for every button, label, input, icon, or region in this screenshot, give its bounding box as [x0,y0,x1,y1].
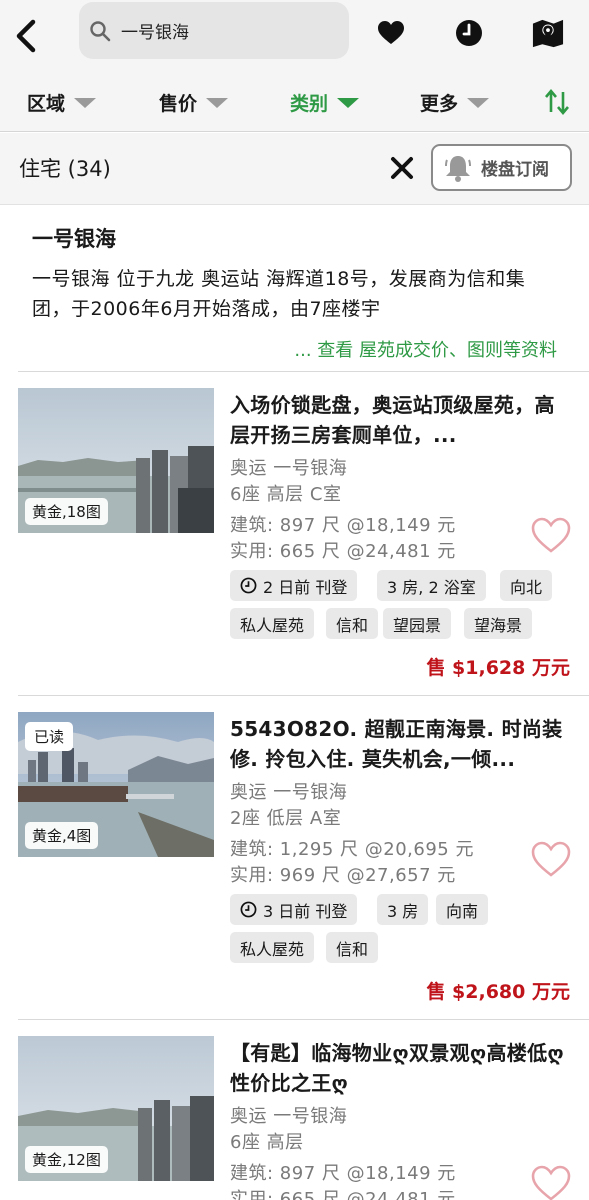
listing-district: 奥运 一号银海 [230,782,348,803]
back-button[interactable] [8,14,44,58]
photo-count-badge: 黄金,12图 [25,1146,108,1173]
subscribe-button[interactable]: 楼盘订阅 [431,144,572,191]
heart-outline-icon[interactable] [530,840,572,878]
listing-card[interactable]: 黄金,18图 入场价锁匙盘，奥运站顶级屋苑，高层开扬三房套厕单位，... 奥运 … [0,372,589,697]
posted-time-chip: 2 日前 刊登 [230,570,358,601]
listing-net-area: 实用: 665 尺 @24,481 元 [230,1189,456,1200]
posted-time-chip: 3 日前 刊登 [230,894,358,925]
listing-unit: 2座 低层 A室 [230,808,342,829]
listing-gross-area: 建筑: 1,295 尺 @20,695 元 [230,839,474,860]
map-pin-icon [532,19,564,48]
tag-chip: 信和 [326,608,379,639]
caret-down-icon [74,98,97,108]
estate-info: 一号银海 一号银海 位于九龙 奥运站 海辉道18号，发展商为信和集团，于2006… [0,206,589,370]
tag-chip: 向南 [436,894,489,925]
back-chevron-icon [16,19,36,53]
clock-icon [240,901,257,918]
filter-district[interactable]: 区域 [27,88,97,116]
posted-time: 2 日前 刊登 [263,577,348,597]
caret-down-icon [467,98,490,108]
filter-category[interactable]: 类别 [290,88,360,116]
listing-title[interactable]: 入场价锁匙盘，奥运站顶级屋苑，高层开扬三房套厕单位，... [230,390,570,450]
listing-gross-area: 建筑: 897 尺 @18,149 元 [230,1163,456,1184]
listing-card[interactable]: 黄金,12图 【有匙】临海物业ღ双景观ღ高楼低ღ性价比之王ღ 奥运 一号银海 6… [0,1020,589,1200]
heart-outline-icon[interactable] [530,516,572,554]
search-icon [89,19,113,43]
search-query: 一号银海 [121,23,189,43]
caret-down-icon [337,98,360,108]
tag-chip: 私人屋苑 [230,932,315,963]
tag-chip: 向北 [500,570,553,601]
listing-gross-area: 建筑: 897 尺 @18,149 元 [230,515,456,536]
filter-price-label: 售价 [159,92,198,115]
tag-chip: 望园景 [383,608,452,639]
listing-title[interactable]: 【有匙】临海物业ღ双景观ღ高楼低ღ性价比之王ღ [230,1038,570,1098]
estate-description: 一号银海 位于九龙 奥运站 海辉道18号，发展商为信和集团，于2006年6月开始… [32,268,526,320]
listing-price: 售 $2,680 万元 [426,981,570,1003]
listing-district: 奥运 一号银海 [230,458,348,479]
filter-price[interactable]: 售价 [159,88,229,116]
heart-icon [378,21,404,44]
filter-bar: 区域 售价 类别 更多 [0,72,589,132]
filter-category-label: 类别 [290,92,329,115]
estate-more-link[interactable]: ... 查看 屋苑成交价、图则等资料 [294,336,557,362]
bell-icon [445,155,471,182]
tag-chip: 信和 [326,932,379,963]
listing-net-area: 实用: 969 尺 @27,657 元 [230,865,456,886]
search-box[interactable]: 一号银海 [79,2,349,59]
read-badge: 已读 [25,722,74,751]
posted-time: 3 日前 刊登 [263,901,348,921]
listing-unit: 6座 高层 [230,1132,304,1153]
map-button[interactable] [532,16,564,50]
tag-chip: 3 房, 2 浴室 [377,570,486,601]
listing-net-area: 实用: 665 尺 @24,481 元 [230,541,456,562]
heart-outline-icon[interactable] [530,1164,572,1200]
listing-card[interactable]: 已读 黄金,4图 5543O82O. 超靓正南海景. 时尚装修. 拎包入住. 莫… [0,696,589,1021]
filter-more[interactable]: 更多 [420,88,490,116]
filter-more-label: 更多 [420,92,459,115]
listing-title[interactable]: 5543O82O. 超靓正南海景. 时尚装修. 拎包入住. 莫失机会,一倾... [230,714,570,774]
photo-count-badge: 黄金,4图 [25,822,99,849]
listing-district: 奥运 一号银海 [230,1106,348,1127]
favorites-button[interactable] [375,16,407,50]
listing-price: 售 $1,628 万元 [426,657,570,679]
top-bar: 一号银海 [0,0,589,72]
tag-chip: 望海景 [464,608,533,639]
photo-count-badge: 黄金,18图 [25,498,108,525]
sort-icon[interactable] [543,88,571,116]
tag-chip: 私人屋苑 [230,608,315,639]
clock-icon [240,577,257,594]
subscribe-label: 楼盘订阅 [481,160,549,180]
close-icon[interactable] [389,155,415,181]
estate-name: 一号银海 [32,227,116,251]
category-count: 住宅 (34) [19,157,111,181]
caret-down-icon [206,98,229,108]
active-filter-bar: 住宅 (34) 楼盘订阅 [0,133,589,205]
history-button[interactable] [453,16,485,50]
listing-unit: 6座 高层 C室 [230,484,342,505]
clock-icon [456,20,482,46]
tag-chip: 3 房 [377,894,429,925]
filter-district-label: 区域 [27,92,66,115]
